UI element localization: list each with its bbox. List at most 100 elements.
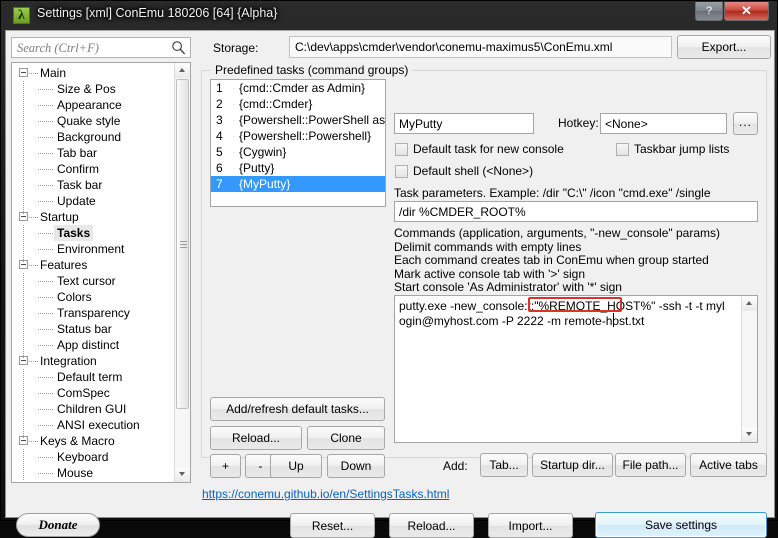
- tree-connector: [23, 273, 24, 289]
- task-name-field[interactable]: MyPutty: [394, 113, 534, 134]
- tree-expander-icon[interactable]: [19, 68, 28, 77]
- commands-hint-line: Delimit commands with empty lines: [394, 239, 582, 254]
- tree-connector: [23, 193, 24, 209]
- search-input[interactable]: Search (Ctrl+F): [11, 37, 191, 58]
- tree-item-app-distinct[interactable]: App distinct: [12, 337, 175, 353]
- tree-item-task-bar[interactable]: Task bar: [12, 177, 175, 193]
- import-button[interactable]: Import...: [488, 513, 573, 538]
- tree-item-keyboard[interactable]: Keyboard: [12, 449, 175, 465]
- tree-item-update[interactable]: Update: [12, 193, 175, 209]
- checkbox-box: [395, 165, 408, 178]
- move-task-down-button[interactable]: Down: [327, 454, 385, 478]
- tree-item-mouse[interactable]: Mouse: [12, 465, 175, 481]
- tree-connector: [29, 361, 38, 362]
- task-list-row[interactable]: 1 {cmd::Cmder as Admin}: [211, 80, 385, 96]
- predefined-tasks-title: Predefined tasks (command groups): [211, 63, 413, 77]
- add-refresh-default-tasks-button[interactable]: Add/refresh default tasks...: [210, 397, 385, 421]
- window-title-bar[interactable]: λ Settings [xml] ConEmu 180206 [64] {Alp…: [1, 1, 778, 30]
- tree-connector: [38, 185, 53, 186]
- checkbox-box: [395, 143, 408, 156]
- tree-item-default-term[interactable]: Default term: [12, 369, 175, 385]
- tree-item-appearance[interactable]: Appearance: [12, 97, 175, 113]
- tree-item-transparency[interactable]: Transparency: [12, 305, 175, 321]
- tree-item-startup[interactable]: Startup: [12, 209, 175, 225]
- tree-item-main[interactable]: Main: [12, 65, 175, 81]
- tree-item-ansi-execution[interactable]: ANSI execution: [12, 417, 175, 433]
- save-settings-button[interactable]: Save settings: [595, 512, 767, 538]
- tree-connector: [38, 329, 53, 330]
- task-list-row[interactable]: 5 {Cygwin}: [211, 144, 385, 160]
- task-list-row[interactable]: 2 {cmd::Cmder}: [211, 96, 385, 112]
- tree-connector: [23, 449, 24, 465]
- tree-item-keys-macro[interactable]: Keys & Macro: [12, 433, 175, 449]
- commands-hint-line: Mark active console tab with '>' sign: [394, 266, 586, 281]
- tree-item-features[interactable]: Features: [12, 257, 175, 273]
- reset-button[interactable]: Reset...: [290, 513, 375, 538]
- clone-task-button[interactable]: Clone: [307, 426, 385, 450]
- tree-connector: [38, 313, 53, 314]
- documentation-link[interactable]: https://conemu.github.io/en/SettingsTask…: [202, 487, 449, 501]
- default-task-label: Default task for new console: [413, 142, 564, 156]
- task-parameters-field[interactable]: /dir %CMDER_ROOT%: [394, 201, 758, 222]
- storage-path-value: C:\dev\apps\cmder\vendor\conemu-maximus5…: [295, 40, 613, 54]
- storage-path-field[interactable]: C:\dev\apps\cmder\vendor\conemu-maximus5…: [289, 36, 672, 58]
- add-startup-dir-button[interactable]: Startup dir...: [532, 453, 613, 477]
- tree-item-text-cursor[interactable]: Text cursor: [12, 273, 175, 289]
- tree-item-label: Transparency: [57, 306, 130, 320]
- tree-connector: [23, 321, 24, 337]
- tree-item-status-bar[interactable]: Status bar: [12, 321, 175, 337]
- tree-item-environment[interactable]: Environment: [12, 241, 175, 257]
- tree-item-comspec[interactable]: ComSpec: [12, 385, 175, 401]
- tree-item-label: Appearance: [57, 98, 122, 112]
- tree-connector: [29, 73, 38, 74]
- task-list-row[interactable]: 7 {MyPutty}: [211, 176, 385, 192]
- tree-item-background[interactable]: Background: [12, 129, 175, 145]
- commands-scrollbar[interactable]: [741, 296, 757, 442]
- hotkey-more-button[interactable]: ...: [733, 112, 758, 135]
- move-task-up-button[interactable]: Up: [270, 454, 322, 478]
- tree-connector: [38, 89, 53, 90]
- tree-scrollbar[interactable]: [174, 63, 190, 482]
- commands-scroll-down-button[interactable]: [742, 427, 757, 442]
- commands-hint-text: Commands (application, arguments, "-new_…: [394, 226, 720, 295]
- tree-item-label: Main: [40, 66, 67, 80]
- tree-item-quake-style[interactable]: Quake style: [12, 113, 175, 129]
- tree-scroll-up-button[interactable]: [175, 63, 190, 78]
- tree-scroll-thumb[interactable]: [176, 79, 189, 409]
- reload-tasks-button[interactable]: Reload...: [210, 426, 302, 450]
- task-index: 2: [216, 97, 223, 111]
- task-name: {Putty}: [239, 161, 275, 175]
- add-task-button[interactable]: +: [210, 454, 241, 478]
- commands-textarea[interactable]: putty.exe -new_console:t:"%REMOTE_HOST%"…: [394, 295, 758, 443]
- donate-button[interactable]: Donate: [16, 513, 100, 537]
- hotkey-field[interactable]: <None>: [600, 113, 727, 134]
- tree-item-size-pos[interactable]: Size & Pos: [12, 81, 175, 97]
- tree-connector: [23, 385, 24, 401]
- tree-scroll-down-button[interactable]: [175, 467, 190, 482]
- reload-button[interactable]: Reload...: [389, 513, 474, 538]
- tree-item-tasks[interactable]: Tasks: [12, 225, 175, 241]
- add-active-tabs-button[interactable]: Active tabs: [690, 453, 767, 477]
- tree-connector: [23, 145, 24, 161]
- task-name: {cmd::Cmder}: [239, 97, 313, 111]
- export-button[interactable]: Export...: [677, 35, 771, 59]
- tree-item-children-gui[interactable]: Children GUI: [12, 401, 175, 417]
- help-button[interactable]: ?: [695, 2, 723, 21]
- tree-item-label: Environment: [57, 242, 125, 256]
- tree-item-tab-bar[interactable]: Tab bar: [12, 145, 175, 161]
- tree-item-label: Integration: [40, 354, 97, 368]
- task-list-row[interactable]: 6 {Putty}: [211, 160, 385, 176]
- add-tab-button[interactable]: Tab...: [480, 453, 528, 477]
- settings-tree[interactable]: Main Size & Pos Appearance Quake style Backg…: [11, 62, 191, 483]
- tree-item-confirm[interactable]: Confirm: [12, 161, 175, 177]
- task-list[interactable]: 1 {cmd::Cmder as Admin} 2 {cmd::Cmder} 3 {Pow…: [210, 79, 386, 207]
- commands-scroll-up-button[interactable]: [742, 296, 757, 311]
- task-list-row[interactable]: 4 {Powershell::Powershell}: [211, 128, 385, 144]
- tree-item-colors[interactable]: Colors: [12, 289, 175, 305]
- task-list-row[interactable]: 3 {Powershell::PowerShell as Ad: [211, 112, 385, 128]
- close-button[interactable]: ✕: [724, 2, 769, 21]
- tree-item-integration[interactable]: Integration: [12, 353, 175, 369]
- tree-item-label: Features: [40, 258, 88, 272]
- tree-connector: [23, 305, 24, 321]
- add-file-path-button[interactable]: File path...: [615, 453, 686, 477]
